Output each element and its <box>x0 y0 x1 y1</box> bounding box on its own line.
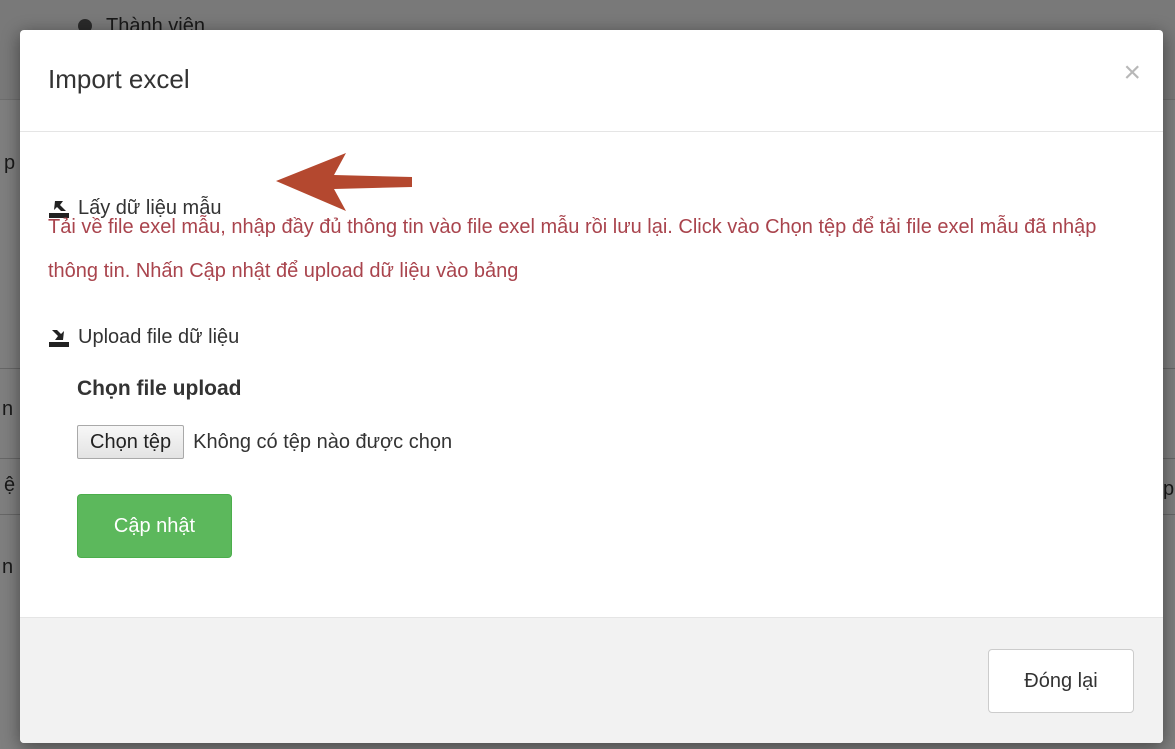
annotation-arrow <box>276 153 412 211</box>
file-upload-group: Chọn file upload Chọn tệp Không có tệp n… <box>77 377 452 459</box>
import-excel-modal: Import excel × Lấy dữ liệu mẫu Tải về fi… <box>20 30 1163 743</box>
upload-data-label: Upload file dữ liệu <box>78 326 240 348</box>
close-icon[interactable]: × <box>1123 58 1141 88</box>
file-upload-label: Chọn file upload <box>77 377 242 400</box>
upload-icon <box>49 329 69 347</box>
modal-footer: Đóng lại <box>20 617 1163 743</box>
update-button[interactable]: Cập nhật <box>77 494 232 558</box>
instructions-text: Tải về file exel mẫu, nhập đầy đủ thông … <box>48 216 1097 282</box>
modal-body: Lấy dữ liệu mẫu Tải về file exel mẫu, nh… <box>20 133 1163 617</box>
upload-data-link[interactable]: Upload file dữ liệu <box>48 326 239 349</box>
modal-header: Import excel × <box>20 30 1163 132</box>
file-input: Chọn tệp Không có tệp nào được chọn <box>77 425 452 459</box>
close-button[interactable]: Đóng lại <box>988 649 1134 713</box>
choose-file-button[interactable]: Chọn tệp <box>77 425 185 459</box>
file-status-text: Không có tệp nào được chọn <box>193 430 453 453</box>
modal-title: Import excel <box>48 64 190 94</box>
